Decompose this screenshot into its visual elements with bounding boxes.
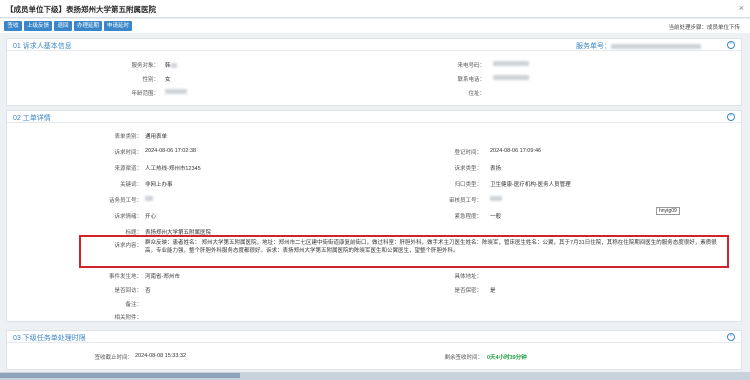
form-category-label: 表单类别：	[114, 134, 142, 140]
collapse-icon[interactable]: ⌃	[727, 41, 735, 49]
keyword-label: 关键词：	[119, 182, 142, 188]
appeal-time-label: 诉求时间：	[114, 150, 142, 156]
category-type-value: 卫生健康-医疗机构-医务人员管理	[490, 182, 571, 188]
service-number-label: 服务单号：	[576, 41, 701, 51]
gender-label: 性别：	[142, 77, 159, 83]
register-time-label: 登记时间：	[454, 150, 482, 156]
address-label: 住址：	[468, 91, 485, 97]
extend-handle-button[interactable]: 办理延期	[74, 21, 102, 31]
phone-value	[493, 75, 529, 81]
deadline-label: 签收截止时间：	[94, 355, 133, 361]
deadline-value: 2024-08-08 15:33:32	[135, 353, 187, 359]
phone-label: 联系电话：	[457, 77, 485, 83]
current-step-label: 当前处理步骤：成员单位下传	[668, 25, 740, 31]
remaining-time-value: 0天4小时39分钟	[487, 355, 527, 361]
appeal-time-value: 2024-08-06 17:02:38	[145, 148, 197, 154]
section-title: 02 工单详情	[13, 115, 51, 122]
gender-value: 女	[165, 77, 171, 83]
register-time-value: 2024-08-06 17:09:46	[490, 148, 542, 154]
sign-receive-button[interactable]: 签收	[4, 21, 22, 31]
appeal-type-value: 表扬	[490, 166, 502, 172]
detail-address-label: 具体地址：	[454, 274, 482, 280]
collapse-icon[interactable]: ⌃	[727, 333, 735, 341]
toolbar: 签收 上级反馈 退回 办理延期 申请延时 当前处理步骤：成员单位下传	[0, 19, 750, 33]
attachment-label: 相关附件：	[114, 315, 142, 321]
deadline-panel: 03 下级任务单处理时限 ⌃ 签收截止时间： 2024-08-08 15:33:…	[6, 330, 742, 370]
section-title: 01 诉求人基本信息	[13, 43, 72, 50]
close-icon[interactable]: ×	[739, 3, 744, 13]
upper-feedback-button[interactable]: 上级反馈	[24, 21, 52, 31]
age-value	[165, 89, 187, 95]
panel-header: 02 工单详情 ⌃	[7, 111, 741, 123]
title-bar: 【成员单位下级】表扬郑州大学第五附属医院 ×	[0, 0, 750, 18]
reviewer-id-label: 审核员工号：	[448, 198, 482, 204]
return-visit-value: 否	[145, 288, 151, 294]
remaining-time-label: 剩余签收时间：	[444, 355, 483, 361]
panel-header: 03 下级任务单处理时限 ⌃	[7, 331, 741, 343]
keyword-value: 非网上办事	[145, 182, 173, 188]
caller-number-label: 来电号码：	[457, 63, 485, 69]
source-channel-value: 人工热线-郑州市12345	[145, 166, 201, 172]
appeal-type-label: 诉求类型：	[454, 166, 482, 172]
service-object-label: 服务对象：	[131, 63, 159, 69]
return-visit-label: 是否回访：	[114, 288, 142, 294]
panel-header: 01 诉求人基本信息 服务单号： ⌃	[7, 39, 741, 51]
window-title: 【成员单位下级】表扬郑州大学第五附属医院	[6, 5, 156, 14]
appeal-content-value: 群众反映：患者姓名： 郑州大学第五附属医院，地址：郑州市二七区建中街街道康复前街…	[145, 240, 717, 254]
requester-info-panel: 01 诉求人基本信息 服务单号： ⌃ 服务对象： 韩 性别： 女 年龄范围： 来…	[6, 38, 742, 106]
urgency-label: 紧急程度：	[454, 214, 482, 220]
confidential-value: 是	[490, 288, 496, 294]
urgency-value: 一般	[490, 214, 502, 220]
collapse-icon[interactable]: ⌃	[727, 113, 735, 121]
service-object-value: 韩	[165, 61, 177, 69]
section-title: 03 下级任务单处理时限	[13, 335, 86, 342]
source-channel-label: 来源渠道：	[114, 166, 142, 172]
emotion-value: 开心	[145, 214, 157, 220]
apply-delay-button[interactable]: 申请延时	[104, 21, 132, 31]
remark-label: 备注：	[125, 302, 142, 308]
agent-id-value	[145, 196, 153, 202]
event-location-label: 事件发生地：	[108, 274, 142, 280]
reviewer-id-value	[490, 196, 502, 202]
tooltip: hnytg09	[656, 207, 680, 215]
emotion-label: 诉求情绪：	[114, 214, 142, 220]
form-category-value: 通用表单	[145, 134, 168, 140]
return-button[interactable]: 退回	[54, 21, 72, 31]
scrollbar-thumb[interactable]	[0, 373, 240, 378]
appeal-content-label: 诉求内容：	[114, 243, 142, 249]
category-type-label: 归口类型：	[454, 182, 482, 188]
age-label: 年龄范围：	[131, 91, 159, 97]
event-location-value: 河南省-郑州市	[145, 274, 180, 280]
confidential-label: 是否保密：	[454, 288, 482, 294]
agent-id-label: 话务员工号：	[108, 198, 142, 204]
caller-number-value	[493, 61, 529, 67]
